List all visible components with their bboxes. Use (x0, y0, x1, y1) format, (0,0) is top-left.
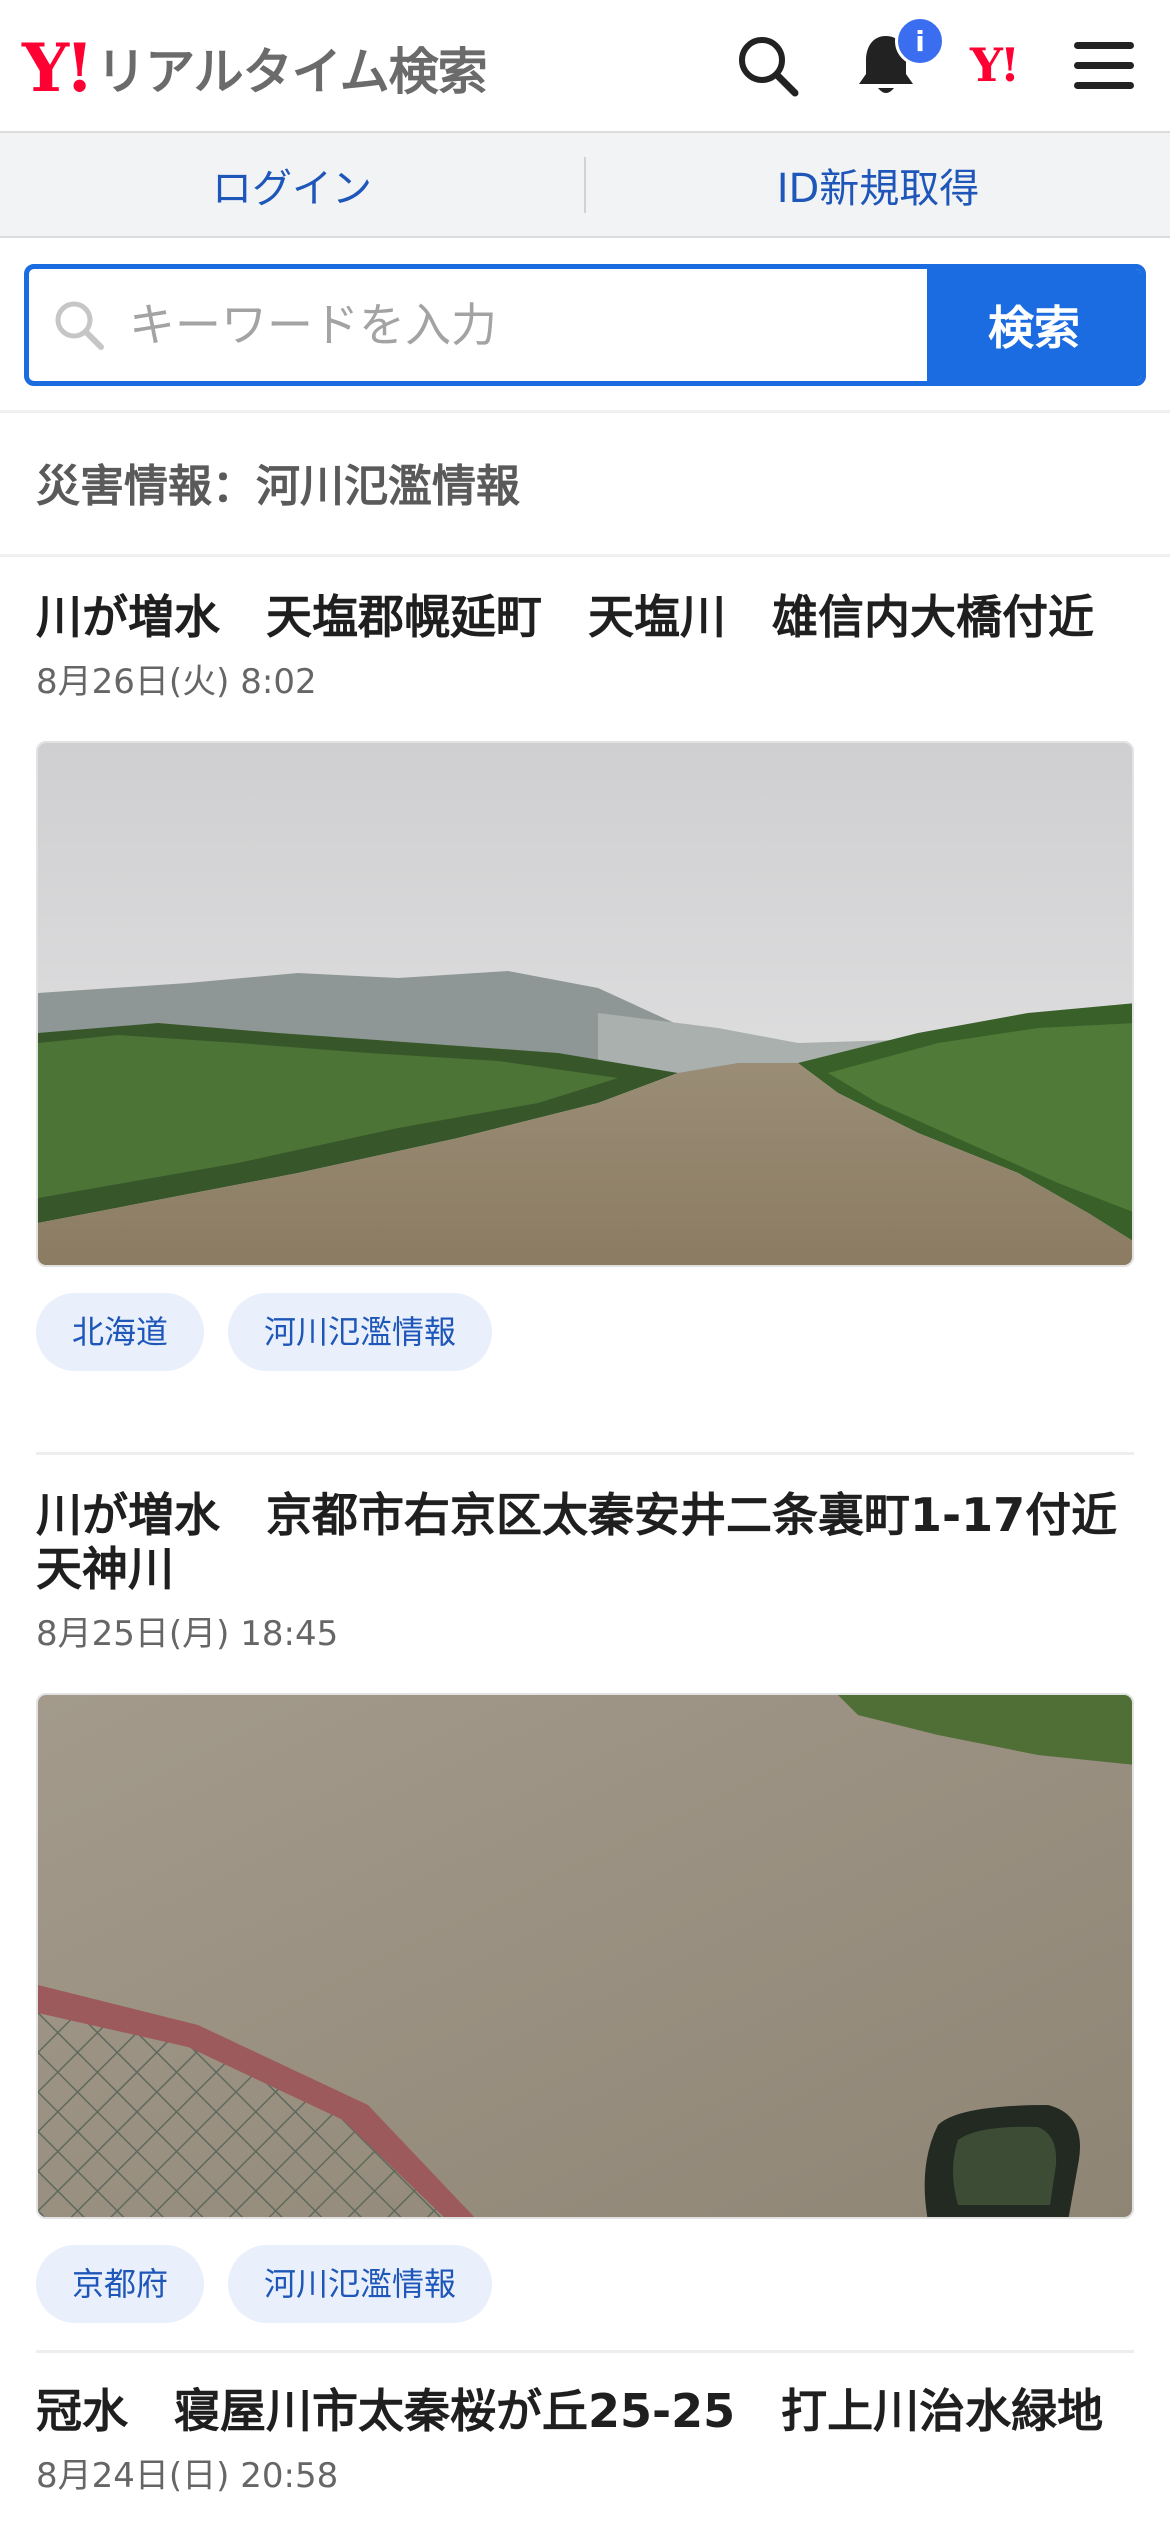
tag-prefecture[interactable]: 北海道 (36, 1293, 205, 1371)
article-photo-flood-water[interactable] (36, 1693, 1134, 2219)
yahoo-logo-mark: Y! (22, 29, 94, 107)
section-divider (0, 554, 1170, 557)
article-photo-river-rising[interactable] (36, 741, 1134, 1267)
yahoo-japan-icon[interactable]: Y! (970, 38, 1020, 92)
article-divider (36, 2350, 1134, 2353)
search-input[interactable] (129, 269, 927, 381)
article-card[interactable]: 冠水 寝屋川市太秦桜が丘25-25 打上川治水緑地 8月24日(日) 20:58 (36, 2384, 1134, 2497)
article-card[interactable]: 川が増水 京都市右京区太秦安井二条裏町1-17付近 天神川 8月25日(月) 1… (36, 1488, 1163, 2323)
article-date: 8月24日(日) 20:58 (36, 2456, 339, 2496)
search-icon[interactable] (730, 28, 806, 104)
article-date: 8月25日(月) 18:45 (36, 1614, 339, 1654)
article-title[interactable]: 川が増水 天塩郡幌延町 天塩川 雄信内大橋付近 (36, 590, 1134, 644)
hamburger-menu-icon[interactable] (1066, 28, 1142, 104)
article-divider (36, 1452, 1134, 1455)
search-form: 検索 (24, 264, 1146, 386)
service-name: リアルタイム検索 (96, 43, 487, 101)
article-title[interactable]: 川が増水 京都市右京区太秦安井二条裏町1-17付近 天神川 (36, 1488, 1163, 1596)
app-header: Y! リアルタイム検索 i Y! (0, 0, 1170, 133)
article-date: 8月26日(火) 8:02 (36, 662, 317, 702)
article-card[interactable]: 川が増水 天塩郡幌延町 天塩川 雄信内大橋付近 8月26日(火) 8:02 北海… (36, 590, 1134, 1371)
tag-category[interactable]: 河川氾濫情報 (228, 2245, 493, 2323)
search-field-icon (29, 269, 129, 381)
tag-category[interactable]: 河川氾濫情報 (228, 1293, 493, 1371)
login-link[interactable]: ログイン (0, 156, 584, 214)
notification-badge: i (895, 16, 945, 66)
section-divider (0, 410, 1170, 413)
tag-prefecture[interactable]: 京都府 (36, 2245, 205, 2323)
account-bar: ログイン ID新規取得 (0, 133, 1170, 238)
category-title: 災害情報：河川氾濫情報 (36, 461, 520, 512)
register-id-link[interactable]: ID新規取得 (586, 156, 1170, 214)
article-title[interactable]: 冠水 寝屋川市太秦桜が丘25-25 打上川治水緑地 (36, 2384, 1134, 2438)
yahoo-realtime-logo[interactable]: Y! リアルタイム検索 (22, 28, 488, 108)
search-button[interactable]: 検索 (927, 269, 1141, 381)
